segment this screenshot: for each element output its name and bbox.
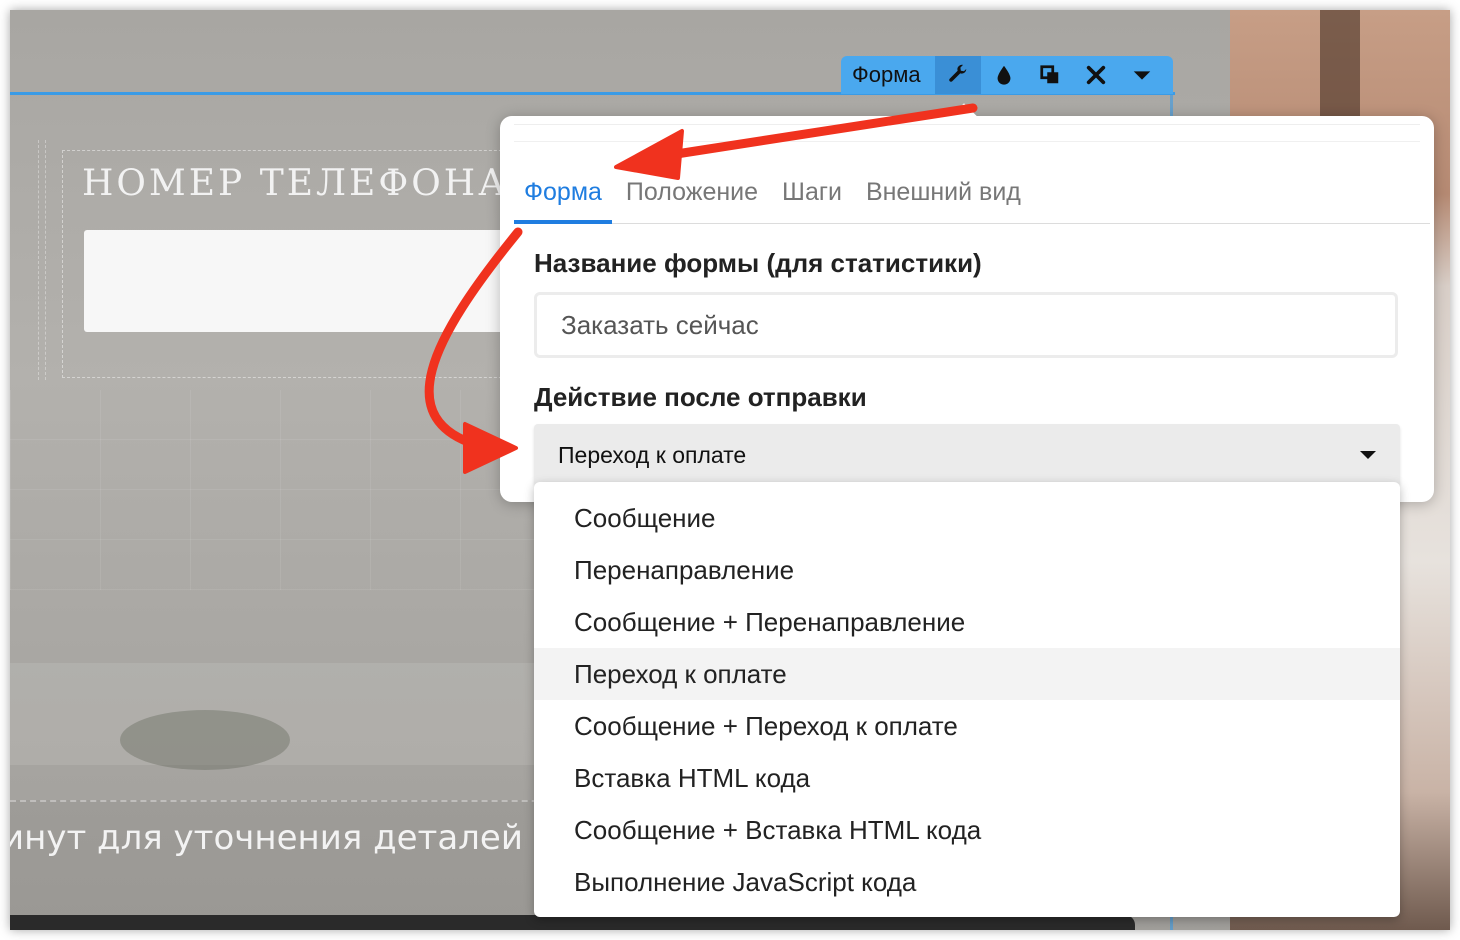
duplicate-icon <box>1039 65 1058 84</box>
tab-appearance[interactable]: Внешний вид <box>856 166 1031 224</box>
bottom-description-text: инут для уточнения деталей по <box>10 818 577 858</box>
settings-tabs: Форма Положение Шаги Внешний вид <box>514 166 1430 224</box>
background-plate <box>120 710 290 770</box>
action-after-submit-label: Действие после отправки <box>534 382 867 412</box>
select-value: Переход к оплате <box>558 442 747 468</box>
option-insert-html[interactable]: Вставка HTML кода <box>534 752 1400 804</box>
action-after-submit-select[interactable]: Переход к оплате <box>534 424 1400 486</box>
toolbar-title: Форма <box>852 62 921 87</box>
option-redirect[interactable]: Перенаправление <box>534 544 1400 596</box>
option-message-payment[interactable]: Сообщение + Переход к оплате <box>534 700 1400 752</box>
drop-icon <box>997 65 1010 85</box>
option-message-insert-html[interactable]: Сообщение + Вставка HTML кода <box>534 804 1400 856</box>
wrench-icon <box>948 64 966 82</box>
action-options-dropdown: Сообщение Перенаправление Сообщение + Пе… <box>534 482 1400 917</box>
background-bottom-strip <box>10 915 1135 930</box>
delete-button[interactable] <box>1073 56 1119 94</box>
form-name-label: Название формы (для статистики) <box>534 248 982 278</box>
element-toolbar: Форма <box>841 56 1173 94</box>
settings-button[interactable] <box>934 56 981 94</box>
option-run-javascript[interactable]: Выполнение JavaScript кода <box>534 856 1400 908</box>
form-settings-popup: Форма Положение Шаги Внешний вид Названи… <box>500 103 1434 502</box>
phone-input[interactable] <box>84 230 524 332</box>
option-message-redirect[interactable]: Сообщение + Перенаправление <box>534 596 1400 648</box>
background-photo-shadow <box>1320 10 1360 130</box>
style-button[interactable] <box>981 56 1027 94</box>
tab-position[interactable]: Положение <box>616 166 768 224</box>
phone-field-label: НОМЕР ТЕЛЕФОНА * <box>82 163 544 204</box>
tab-steps[interactable]: Шаги <box>772 166 852 224</box>
caret-down-icon <box>1360 451 1376 459</box>
option-message[interactable]: Сообщение <box>534 492 1400 544</box>
editor-canvas: НОМЕР ТЕЛЕФОНА * инут для уточнения дета… <box>10 10 1450 930</box>
more-button[interactable] <box>1119 56 1165 94</box>
close-icon <box>1086 65 1105 85</box>
form-name-input[interactable]: Заказать сейчас <box>534 292 1398 358</box>
duplicate-button[interactable] <box>1027 56 1073 94</box>
option-go-to-payment[interactable]: Переход к оплате <box>534 648 1400 700</box>
chevron-down-icon <box>1133 71 1150 80</box>
popup-drag-handle[interactable] <box>514 124 1420 142</box>
tab-form[interactable]: Форма <box>514 166 612 224</box>
block-guide <box>38 140 46 380</box>
